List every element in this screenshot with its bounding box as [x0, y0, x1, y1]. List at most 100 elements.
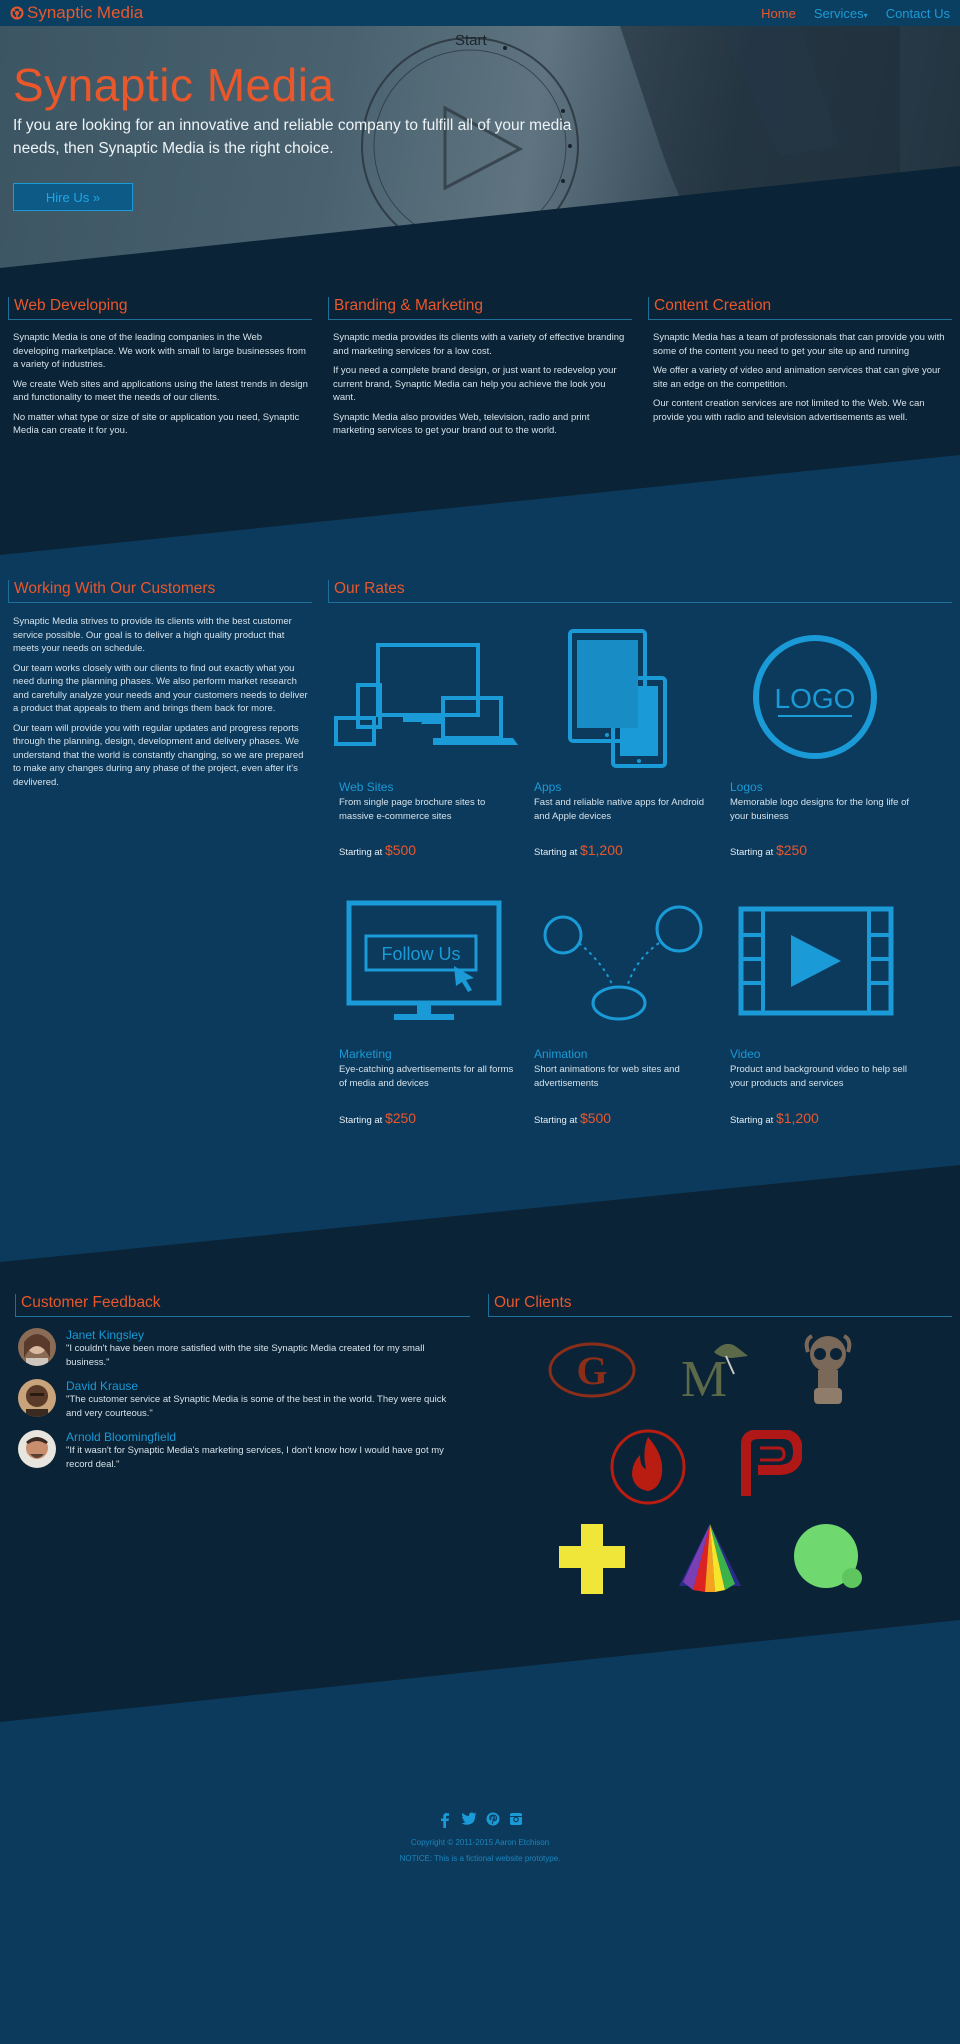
- svg-text:M: M: [681, 1351, 727, 1404]
- service-paragraph: Synaptic Media has a team of professiona…: [653, 332, 945, 357]
- rate-desc: Short animations for web sites and adver…: [534, 1064, 680, 1089]
- monitor-follow-icon: Follow Us: [346, 900, 502, 1020]
- flame-logo: [610, 1429, 686, 1505]
- rate-price-video: Starting at $1,200: [730, 1110, 819, 1126]
- nav-links: Home Services▾ Contact Us: [761, 6, 950, 21]
- rate-price-apps: Starting at $1,200: [534, 842, 623, 858]
- rate-title[interactable]: Apps: [534, 780, 714, 794]
- service-text-web: Synaptic Media is one of the leading com…: [13, 331, 309, 444]
- rate-desc: Product and background video to help sel…: [730, 1064, 907, 1089]
- nav-services-dropdown[interactable]: Services▾: [814, 6, 868, 21]
- rate-starting-label: Starting at: [534, 847, 578, 858]
- twitter-icon[interactable]: [461, 1812, 477, 1826]
- service-paragraph: Synaptic Media is one of the leading com…: [13, 332, 306, 370]
- rate-price-web: Starting at $500: [339, 842, 416, 858]
- customers-text: Synaptic Media strives to provide its cl…: [13, 615, 311, 795]
- feedback-item: Arnold Bloomingfield "If it wasn't for S…: [18, 1430, 458, 1471]
- m-hat-logo: M: [681, 1343, 748, 1404]
- svg-text:G: G: [576, 1348, 607, 1393]
- gasmask-logo: [804, 1334, 852, 1404]
- social-links: [438, 1812, 523, 1828]
- service-paragraph: Synaptic Media also provides Web, televi…: [333, 411, 590, 437]
- rate-title[interactable]: Animation: [534, 1047, 714, 1061]
- rate-title[interactable]: Logos: [730, 780, 910, 794]
- rate-title[interactable]: Web Sites: [339, 780, 519, 794]
- customers-paragraph: Synaptic Media strives to provide its cl…: [13, 616, 292, 654]
- rate-starting-label: Starting at: [730, 1115, 774, 1126]
- tablet-phone-icon: [568, 629, 667, 768]
- rate-price-animation: Starting at $500: [534, 1110, 611, 1126]
- avatar: [18, 1328, 56, 1366]
- service-paragraph: No matter what type or size of site or a…: [13, 411, 300, 437]
- logo-circle-icon: LOGO: [753, 635, 877, 759]
- svg-text:Follow Us: Follow Us: [381, 944, 460, 964]
- caret-down-icon: ▾: [863, 10, 868, 20]
- hero-diagonal-cut: [0, 166, 960, 276]
- service-text-content: Synaptic Media has a team of professiona…: [653, 331, 949, 430]
- nav-home-link[interactable]: Home: [761, 6, 796, 21]
- rate-web-sites: Web Sites From single page brochure site…: [339, 780, 519, 823]
- rate-animation: Animation Short animations for web sites…: [534, 1047, 714, 1090]
- rate-title[interactable]: Video: [730, 1047, 910, 1061]
- prism-logo: [679, 1524, 741, 1592]
- devices-icon: [334, 643, 518, 746]
- rate-amount: $500: [579, 1110, 612, 1126]
- service-paragraph: Synaptic media provides its clients with…: [333, 332, 625, 357]
- animation-path-icon: [543, 905, 703, 1021]
- customers-paragraph: Our team works closely with our clients …: [13, 662, 308, 715]
- rate-marketing: Marketing Eye-catching advertisements fo…: [339, 1047, 519, 1090]
- brand-name: Synaptic Media: [27, 3, 144, 22]
- film-play-icon: [738, 906, 894, 1016]
- feedback-quote: "The customer service at Synaptic Media …: [66, 1394, 447, 1419]
- rate-title[interactable]: Marketing: [339, 1047, 519, 1061]
- rate-logos: Logos Memorable logo designs for the lon…: [730, 780, 910, 823]
- instagram-icon[interactable]: [509, 1812, 523, 1826]
- service-paragraph: We offer a variety of video and animatio…: [653, 365, 941, 390]
- rate-desc: Eye-catching advertisements for all form…: [339, 1064, 514, 1089]
- service-paragraph: We create Web sites and applications usi…: [13, 378, 308, 404]
- rate-amount: $1,200: [579, 842, 623, 858]
- svg-text:LOGO: LOGO: [775, 683, 856, 714]
- service-text-branding: Synaptic media provides its clients with…: [333, 331, 629, 444]
- feedback-heading: Customer Feedback: [15, 1294, 470, 1317]
- service-heading-content: Content Creation: [648, 297, 952, 320]
- feedback-item: David Krause "The customer service at Sy…: [18, 1379, 458, 1420]
- feedback-quote: "I couldn't have been more satisfied wit…: [66, 1343, 425, 1368]
- feedback-name[interactable]: Arnold Bloomingfield: [66, 1430, 458, 1444]
- synapse-logo-icon: [10, 6, 24, 20]
- rate-desc: Memorable logo designs for the long life…: [730, 797, 910, 822]
- footer-copyright: Copyright © 2011-2015 Aaron Etchison: [410, 1838, 550, 1847]
- feedback-item: Janet Kingsley "I couldn't have been mor…: [18, 1328, 458, 1369]
- service-heading-web: Web Developing: [8, 297, 312, 320]
- pinterest-icon[interactable]: [486, 1812, 500, 1826]
- rate-video: Video Product and background video to he…: [730, 1047, 910, 1090]
- feedback-name[interactable]: Janet Kingsley: [66, 1328, 458, 1342]
- rate-apps: Apps Fast and reliable native apps for A…: [534, 780, 714, 823]
- rate-desc: From single page brochure sites to massi…: [339, 797, 486, 822]
- rate-desc: Fast and reliable native apps for Androi…: [534, 797, 705, 822]
- nav-contact-link[interactable]: Contact Us: [886, 6, 950, 21]
- p-logo: [741, 1430, 802, 1496]
- facebook-icon[interactable]: [438, 1812, 452, 1828]
- brand-link[interactable]: Synaptic Media: [10, 3, 143, 23]
- rates-heading: Our Rates: [328, 580, 952, 603]
- g-logo: G: [548, 1342, 636, 1398]
- cross-logo: [559, 1524, 625, 1594]
- service-paragraph: If you need a complete brand design, or …: [333, 365, 617, 403]
- rate-amount: $250: [384, 1110, 417, 1126]
- rate-amount: $500: [384, 842, 417, 858]
- rate-starting-label: Starting at: [339, 847, 383, 858]
- service-paragraph: Our content creation services are not li…: [653, 398, 925, 423]
- avatar: [18, 1379, 56, 1417]
- rate-starting-label: Starting at: [730, 847, 774, 858]
- feedback-name[interactable]: David Krause: [66, 1379, 458, 1393]
- nav-services-label: Services: [813, 5, 864, 21]
- customers-heading: Working With Our Customers: [8, 580, 312, 603]
- feedback-quote: "If it wasn't for Synaptic Media's marke…: [66, 1445, 444, 1470]
- green-circle-logo: [794, 1524, 862, 1588]
- hero-banner: Start Synaptic Media If you are looking …: [0, 26, 960, 276]
- rate-price-logos: Starting at $250: [730, 842, 807, 858]
- customers-paragraph: Our team will provide you with regular u…: [13, 722, 304, 788]
- rate-price-marketing: Starting at $250: [339, 1110, 416, 1126]
- service-heading-branding: Branding & Marketing: [328, 297, 632, 320]
